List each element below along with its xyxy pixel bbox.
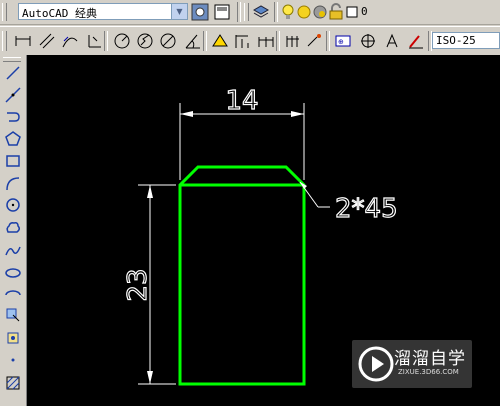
watermark-title: 溜溜自学 — [394, 349, 466, 369]
dimension-width-text: 14 — [225, 86, 258, 116]
dimstyle-dropdown[interactable]: ISO-25 — [432, 32, 500, 49]
insert-block-icon[interactable] — [3, 305, 23, 325]
dimstyle-value: ISO-25 — [436, 34, 476, 47]
polyline-icon[interactable] — [3, 107, 23, 127]
layer-manager-icon[interactable] — [251, 2, 271, 22]
watermark-play-icon — [358, 346, 394, 382]
part-outline[interactable] — [178, 165, 306, 386]
center-mark-icon[interactable]: ⊕ — [333, 31, 353, 51]
ordinate-icon[interactable] — [85, 31, 105, 51]
quick-dim-icon[interactable] — [210, 31, 230, 51]
arc-icon[interactable] — [3, 174, 23, 194]
draw-toolbar — [0, 55, 27, 406]
angular-icon[interactable] — [183, 31, 203, 51]
radius-icon[interactable] — [112, 31, 132, 51]
dim-update-icon[interactable] — [406, 31, 426, 51]
toolbar-grip[interactable] — [2, 31, 7, 51]
workspace-icon[interactable] — [212, 2, 232, 22]
toolbar-grip[interactable] — [2, 3, 7, 21]
watermark-logo: 溜溜自学 ZIXUE.3D66.COM — [352, 340, 472, 388]
workspace-value: AutoCAD 经典 — [22, 7, 97, 20]
aligned-dim-icon[interactable] — [37, 31, 57, 51]
toolbar-separator — [276, 31, 280, 51]
diameter-icon[interactable] — [158, 31, 178, 51]
chevron-down-icon[interactable]: ▼ — [171, 4, 187, 19]
leader-icon[interactable] — [283, 31, 303, 51]
dimension-height-text: 23 — [123, 268, 153, 301]
line-icon[interactable] — [3, 63, 23, 83]
current-layer-name: 0 — [361, 5, 368, 18]
toolbar-separator — [237, 2, 241, 22]
linear-dim-icon[interactable] — [13, 31, 33, 51]
workspace-settings-icon[interactable] — [190, 2, 210, 22]
toolbar-grip[interactable] — [244, 3, 249, 21]
tolerance-icon[interactable] — [305, 31, 325, 51]
point-icon[interactable] — [3, 350, 23, 370]
chamfer-note-text: 2*45 — [335, 194, 398, 224]
baseline-icon[interactable] — [232, 31, 252, 51]
toolbar-separator — [104, 31, 108, 51]
spline-icon[interactable] — [3, 241, 23, 261]
circle-icon[interactable] — [3, 195, 23, 215]
rectangle-icon[interactable] — [3, 151, 23, 171]
jogged-icon[interactable] — [135, 31, 155, 51]
continue-icon[interactable] — [256, 31, 276, 51]
hatch-icon[interactable] — [3, 373, 23, 393]
make-block-icon[interactable] — [3, 328, 23, 348]
dimension-toolbar: ⊕ ISO-25 — [0, 26, 500, 56]
workspace-dropdown[interactable]: AutoCAD 经典 ▼ — [18, 3, 188, 20]
construction-line-icon[interactable] — [3, 85, 23, 105]
layer-color-icon[interactable] — [342, 2, 362, 22]
revcloud-icon[interactable] — [3, 218, 23, 238]
toolbar-separator — [326, 31, 330, 51]
arc-length-icon[interactable] — [60, 31, 80, 51]
ellipse-icon[interactable] — [3, 263, 23, 283]
watermark-url: ZIXUE.3D66.COM — [398, 368, 459, 376]
svg-text:⊕: ⊕ — [338, 38, 344, 46]
toolbar-separator — [203, 31, 207, 51]
polygon-icon[interactable] — [3, 129, 23, 149]
dim-edit-icon[interactable] — [358, 31, 378, 51]
ellipse-arc-icon[interactable] — [3, 285, 23, 305]
toolbar-grip[interactable] — [3, 57, 21, 62]
dim-text-edit-icon[interactable] — [382, 31, 402, 51]
workspaces-toolbar: AutoCAD 经典 ▼ 0 — [0, 0, 500, 25]
